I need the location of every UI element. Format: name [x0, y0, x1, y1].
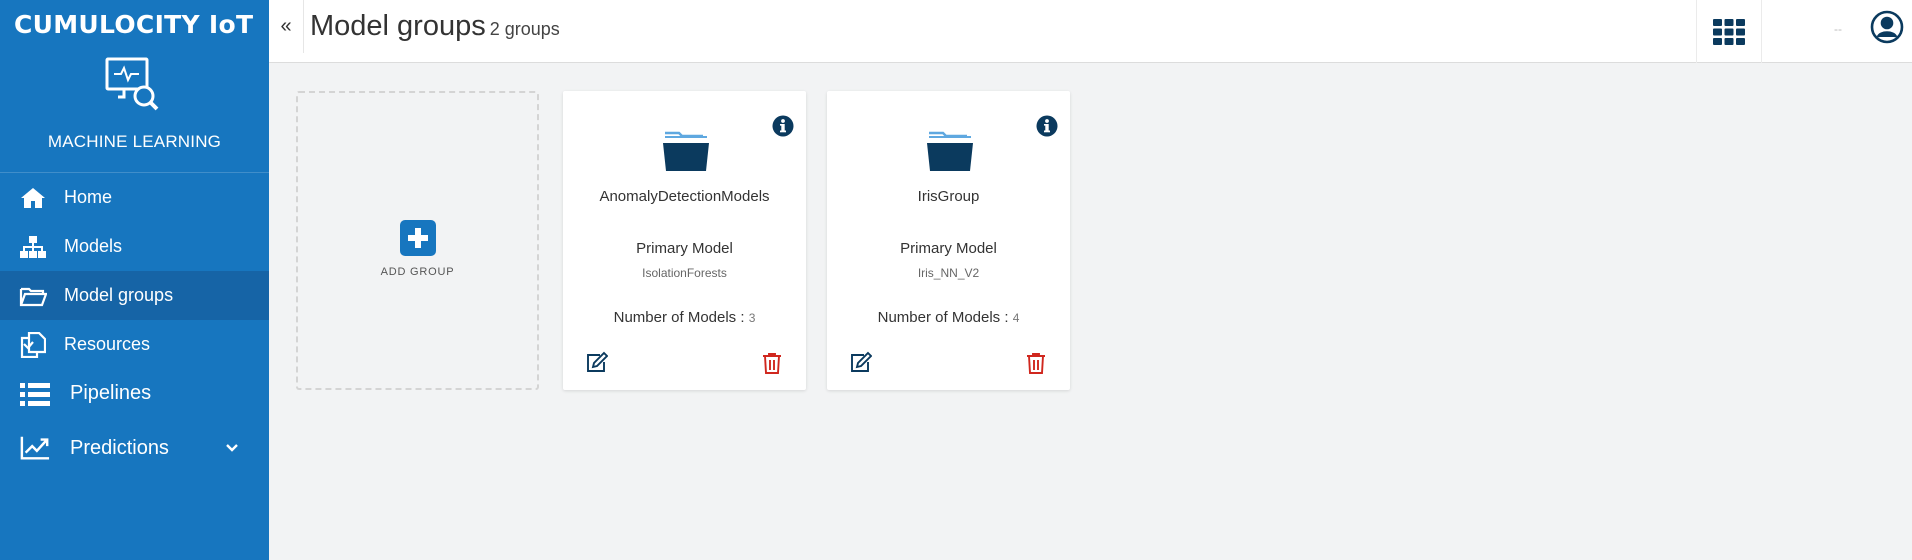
- grid-icon: [1713, 18, 1745, 45]
- user-menu-button[interactable]: [1862, 0, 1912, 53]
- number-of-models: Number of Models : 4: [827, 309, 1070, 326]
- plus-icon: [399, 219, 436, 256]
- primary-model-value: Iris_NN_V2: [917, 266, 980, 280]
- app-name: MACHINE LEARNING: [47, 132, 222, 151]
- edit-icon[interactable]: [586, 351, 608, 373]
- brand-logo: CUMULOCITY IoT: [14, 9, 254, 39]
- number-of-models-value: 4: [1012, 311, 1020, 325]
- folder-icon: [663, 131, 709, 171]
- sidebar-item-resources[interactable]: Resources: [0, 320, 269, 369]
- add-group-label: ADD GROUP: [380, 265, 455, 278]
- sidebar-item-pipelines[interactable]: Pipelines: [0, 369, 269, 418]
- primary-model-label: Primary Model: [900, 240, 997, 257]
- chevron-down-icon[interactable]: [225, 441, 239, 455]
- sidebar-item-models[interactable]: Models: [0, 222, 269, 271]
- sidebar-nav: Home Models Model groups Resources Pipel…: [0, 172, 269, 478]
- primary-model-label: Primary Model: [636, 240, 733, 257]
- folder-open-icon: [18, 281, 48, 311]
- sidebar-item-label: Models: [64, 236, 123, 256]
- model-group-card: AnomalyDetectionModels Primary Model Iso…: [563, 91, 806, 390]
- trash-icon[interactable]: [762, 352, 782, 374]
- number-of-models: Number of Models : 3: [563, 309, 806, 326]
- sidebar-item-home[interactable]: Home: [0, 173, 269, 222]
- info-icon[interactable]: [772, 115, 794, 137]
- primary-model-value: IsolationForests: [642, 266, 727, 280]
- add-group-card[interactable]: ADD GROUP: [296, 91, 539, 390]
- page-title: Model groups 2 groups: [310, 10, 560, 43]
- number-of-models-label: Number of Models :: [877, 309, 1009, 326]
- files-icon: [18, 330, 48, 360]
- group-name: AnomalyDetectionModels: [599, 188, 770, 205]
- sitemap-icon: [18, 232, 48, 262]
- monitor-search-icon: [105, 57, 159, 111]
- sidebar-item-label: Predictions: [70, 436, 169, 459]
- info-icon[interactable]: [1036, 115, 1058, 137]
- home-icon: [18, 183, 48, 213]
- number-of-models-label: Number of Models :: [613, 309, 745, 326]
- tenant-label: --: [1834, 22, 1842, 36]
- sidebar-item-label: Pipelines: [70, 382, 152, 404]
- page-title-text: Model groups: [310, 10, 486, 42]
- group-count: 2 groups: [489, 19, 560, 39]
- list-icon: [20, 379, 50, 409]
- group-name: IrisGroup: [917, 188, 980, 205]
- top-bar: « Model groups 2 groups --: [269, 0, 1912, 63]
- number-of-models-value: 3: [748, 311, 756, 325]
- sidebar-item-label: Model groups: [64, 285, 174, 305]
- folder-icon: [927, 131, 973, 171]
- sidebar-item-label: Resources: [64, 334, 151, 354]
- chart-line-icon: [20, 433, 50, 463]
- sidebar: CUMULOCITY IoT MACHINE LEARNING Home Mod…: [0, 0, 269, 560]
- edit-icon[interactable]: [850, 351, 872, 373]
- sidebar-item-model-groups[interactable]: Model groups: [0, 271, 269, 320]
- trash-icon[interactable]: [1026, 352, 1046, 374]
- collapse-sidebar-button[interactable]: «: [269, 0, 304, 53]
- app-switcher-button[interactable]: [1696, 0, 1762, 63]
- model-group-card: IrisGroup Primary Model Iris_NN_V2 Numbe…: [827, 91, 1070, 390]
- user-circle-icon: [1870, 10, 1904, 43]
- sidebar-item-predictions[interactable]: Predictions: [0, 418, 269, 478]
- sidebar-item-label: Home: [64, 187, 113, 207]
